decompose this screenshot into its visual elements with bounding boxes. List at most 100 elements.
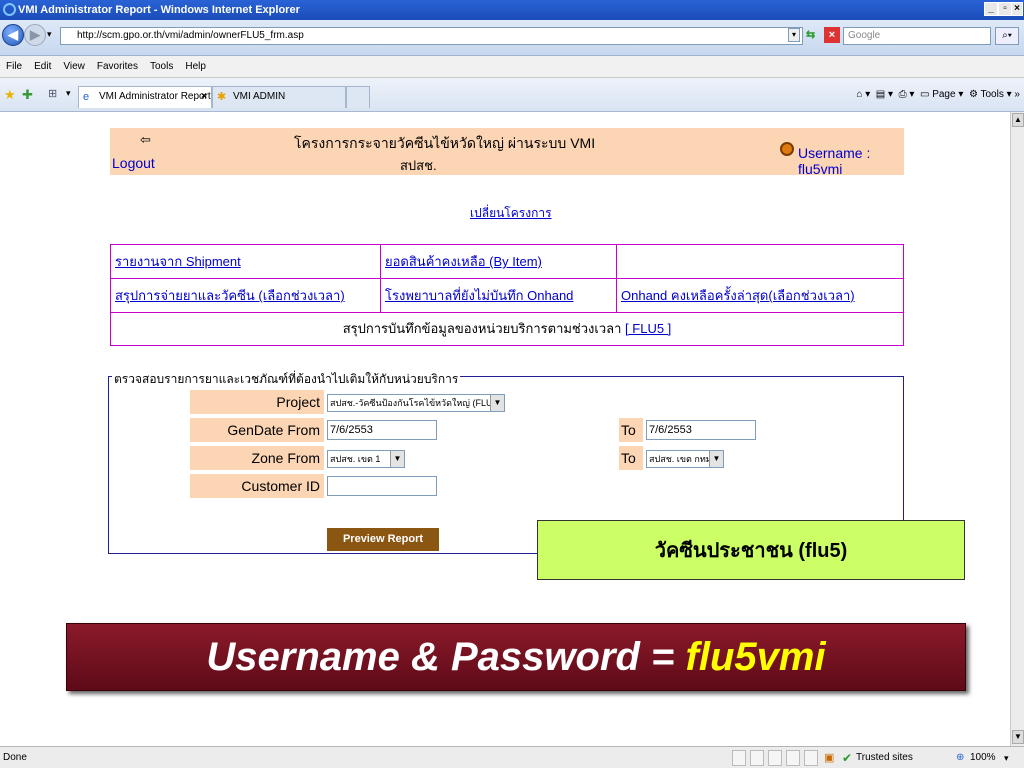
org-name: สปสช. bbox=[400, 158, 437, 173]
status-cell bbox=[732, 750, 746, 766]
hospitals-no-onhand-link[interactable]: โรงพยาบาลที่ยังไม่บันทึก Onhand bbox=[385, 288, 573, 303]
ie-logo-icon bbox=[3, 3, 16, 16]
menu-view[interactable]: View bbox=[57, 56, 91, 78]
close-tab-icon[interactable]: × bbox=[201, 87, 207, 107]
logout-link[interactable]: Logout bbox=[112, 155, 155, 171]
customer-id-label: Customer ID bbox=[190, 474, 324, 498]
zoom-icon[interactable]: ⊕ bbox=[956, 747, 964, 769]
menu-favorites[interactable]: Favorites bbox=[91, 56, 144, 78]
zone-to-label: To bbox=[619, 446, 643, 470]
gendate-to-input[interactable]: 7/6/2553 bbox=[646, 420, 756, 440]
refresh-icon[interactable]: ⇆ bbox=[806, 28, 815, 41]
status-cell bbox=[786, 750, 800, 766]
gendate-from-input[interactable]: 7/6/2553 bbox=[327, 420, 437, 440]
stop-icon[interactable]: × bbox=[824, 27, 840, 43]
report-cell: โรงพยาบาลที่ยังไม่บันทึก Onhand bbox=[381, 279, 617, 313]
menu-bar: File Edit View Favorites Tools Help bbox=[0, 56, 1024, 78]
menu-tools[interactable]: Tools bbox=[144, 56, 179, 78]
forward-icon[interactable]: ▶ bbox=[24, 24, 46, 46]
stock-by-item-link[interactable]: ยอดสินค้าคงเหลือ (By Item) bbox=[385, 254, 542, 269]
project-title: โครงการกระจายวัคซีนไข้หวัดใหญ่ ผ่านระบบ … bbox=[294, 135, 596, 151]
add-favorite-icon[interactable]: ✚ bbox=[22, 87, 33, 103]
back-icon[interactable]: ◀ bbox=[2, 24, 24, 46]
search-icon[interactable]: ⌕▾ bbox=[995, 27, 1019, 45]
customer-id-input[interactable] bbox=[327, 476, 437, 496]
chevron-down-icon: ▼ bbox=[490, 395, 504, 411]
summary-text: สรุปการบันทึกข้อมูลของหน่วยบริการตามช่วง… bbox=[342, 321, 622, 336]
banner-credential: flu5vmi bbox=[685, 635, 826, 679]
report-cell: สรุปการจ่ายยาและวัคซีน (เลือกช่วงเวลา) bbox=[111, 279, 381, 313]
logout-icon[interactable]: ⇦ bbox=[140, 132, 151, 148]
address-toolbar: ◀ ▶ ▾ http://scm.gpo.or.th/vmi/admin/own… bbox=[0, 20, 1024, 56]
gendate-from-label: GenDate From bbox=[190, 418, 324, 442]
status-cell bbox=[804, 750, 818, 766]
status-cell bbox=[750, 750, 764, 766]
new-tab-button[interactable] bbox=[346, 86, 370, 108]
summary-row: สรุปการบันทึกข้อมูลของหน่วยบริการตามช่วง… bbox=[111, 313, 903, 345]
page-header: ⇦ Logout โครงการกระจายวัคซีนไข้หวัดใหญ่ … bbox=[110, 128, 904, 177]
quick-tabs-icon[interactable]: ⊞ bbox=[48, 87, 57, 100]
tab-list-icon[interactable]: ▾ bbox=[66, 88, 71, 99]
chevron-down-icon: ▼ bbox=[709, 451, 723, 467]
username-label: Username : flu5vmi bbox=[798, 145, 871, 177]
user-avatar-icon bbox=[780, 142, 794, 156]
security-zone-label: Trusted sites bbox=[856, 752, 913, 763]
credentials-banner: Username & Password = flu5vmi bbox=[66, 623, 966, 691]
popup-blocked-icon[interactable]: ▣ bbox=[824, 747, 834, 769]
window-titlebar: VMI Administrator Report - Windows Inter… bbox=[0, 0, 1024, 20]
onhand-latest-link[interactable]: Onhand คงเหลือครั้งล่าสุด(เลือกช่วงเวลา) bbox=[621, 288, 855, 303]
zoom-dropdown-icon[interactable]: ▾ bbox=[1004, 747, 1009, 769]
tab-vmi-admin[interactable]: ✱ VMI ADMIN bbox=[212, 86, 346, 108]
banner-prefix: Username & Password = bbox=[206, 635, 686, 679]
zone-to-select[interactable]: สปสช. เขต กทม. ▼ bbox=[646, 450, 724, 468]
history-dropdown-icon[interactable]: ▾ bbox=[47, 29, 52, 40]
ie-tab-icon: e bbox=[83, 91, 90, 103]
zone-from-label: Zone From bbox=[190, 446, 324, 470]
flu5-summary-link[interactable]: [ FLU5 ] bbox=[625, 321, 671, 336]
feeds-icon[interactable]: ▤ ▾ bbox=[876, 89, 893, 100]
search-input[interactable]: Google bbox=[843, 27, 991, 45]
status-cell bbox=[768, 750, 782, 766]
vaccine-label-box: วัคซีนประชาชน (flu5) bbox=[537, 520, 965, 580]
zone-from-value: สปสช. เขต 1 bbox=[330, 454, 381, 464]
report-cell-empty bbox=[617, 245, 903, 279]
page-tab-icon: ✱ bbox=[217, 91, 227, 103]
url-dropdown-icon[interactable]: ▾ bbox=[788, 28, 800, 42]
menu-file[interactable]: File bbox=[0, 56, 28, 78]
reports-table: รายงานจาก Shipment ยอดสินค้าคงเหลือ (By … bbox=[110, 244, 904, 346]
tab-vmi-administrator-report[interactable]: e VMI Administrator Report × bbox=[78, 86, 212, 108]
favorites-star-icon[interactable]: ★ bbox=[4, 87, 16, 103]
report-cell: ยอดสินค้าคงเหลือ (By Item) bbox=[381, 245, 617, 279]
chevron-down-icon: ▼ bbox=[390, 451, 404, 467]
change-project-link[interactable]: เปลี่ยนโครงการ bbox=[470, 204, 552, 223]
tools-menu[interactable]: ⚙ Tools ▾ » bbox=[969, 89, 1020, 100]
scroll-up-icon[interactable]: ▲ bbox=[1012, 113, 1024, 127]
scroll-down-icon[interactable]: ▼ bbox=[1012, 730, 1024, 744]
page-menu[interactable]: ▭ Page ▾ bbox=[920, 89, 963, 100]
preview-report-button[interactable]: Preview Report bbox=[327, 528, 439, 551]
shipment-report-link[interactable]: รายงานจาก Shipment bbox=[115, 254, 241, 269]
minimize-button[interactable]: _ bbox=[984, 2, 998, 16]
menu-help[interactable]: Help bbox=[179, 56, 212, 78]
zone-to-value: สปสช. เขต กทม. bbox=[649, 454, 715, 464]
home-icon[interactable]: ⌂ ▾ bbox=[856, 89, 870, 100]
zoom-level[interactable]: 100% bbox=[970, 747, 996, 769]
zone-from-select[interactable]: สปสช. เขต 1 ▼ bbox=[327, 450, 405, 468]
project-select[interactable]: สปสช.-วัคซีนป้องกันโรคไข้หวัดใหญ่ (FLU5)… bbox=[327, 394, 505, 412]
close-button[interactable]: × bbox=[1011, 2, 1023, 16]
form-legend: ตรวจสอบรายการยาและเวชภัณฑ์ที่ต้องนำไปเติ… bbox=[112, 370, 461, 389]
report-cell: รายงานจาก Shipment bbox=[111, 245, 381, 279]
dispense-summary-link[interactable]: สรุปการจ่ายยาและวัคซีน (เลือกช่วงเวลา) bbox=[115, 288, 345, 303]
status-text: Done bbox=[3, 752, 27, 763]
url-input[interactable]: http://scm.gpo.or.th/vmi/admin/ownerFLU5… bbox=[60, 27, 803, 45]
project-label: Project bbox=[190, 390, 324, 414]
project-select-value: สปสช.-วัคซีนป้องกันโรคไข้หวัดใหญ่ (FLU5) bbox=[330, 398, 501, 408]
trusted-check-icon: ✔ bbox=[842, 751, 853, 765]
maximize-button[interactable]: ▫ bbox=[998, 2, 1012, 16]
print-icon[interactable]: ⎙ ▾ bbox=[899, 89, 915, 100]
window-title: VMI Administrator Report - Windows Inter… bbox=[18, 4, 300, 16]
menu-edit[interactable]: Edit bbox=[28, 56, 57, 78]
tab-label: VMI ADMIN bbox=[233, 91, 286, 102]
status-bar: Done ▣ ✔ Trusted sites ⊕ 100% ▾ bbox=[0, 746, 1024, 768]
vertical-scrollbar[interactable]: ▲ ▼ bbox=[1010, 112, 1024, 746]
